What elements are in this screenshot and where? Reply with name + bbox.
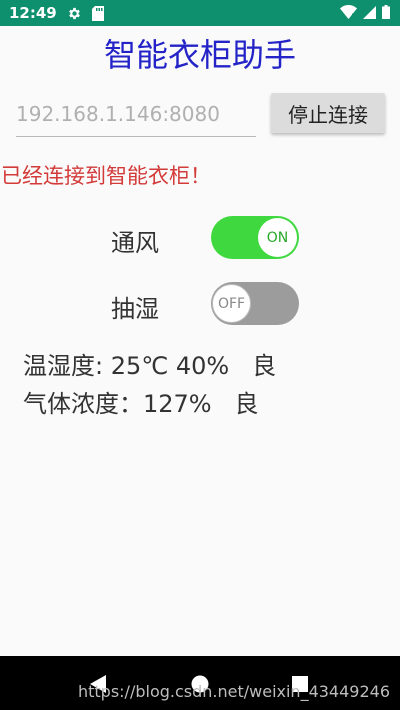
ventilation-switch[interactable]: ON: [211, 216, 299, 259]
ip-address-input[interactable]: [16, 92, 256, 137]
dehumidify-switch[interactable]: OFF: [211, 282, 299, 325]
app-title: 智能衣柜助手: [103, 36, 296, 74]
wifi-icon: [340, 4, 357, 23]
status-time: 12:49: [9, 4, 57, 22]
gas-concentration-readout: 气体浓度：127% 良: [23, 390, 259, 418]
switch-knob: ON: [258, 218, 297, 257]
switch-knob: OFF: [212, 284, 251, 323]
watermark-url: https://blog.csdn.net/weixin_43449246: [77, 682, 390, 701]
stop-connection-button[interactable]: 停止连接: [271, 93, 385, 133]
ventilation-label: 通风: [111, 229, 159, 257]
connection-status-text: 已经连接到智能衣柜！: [1, 164, 211, 188]
temperature-humidity-readout: 温湿度: 25℃ 40% 良: [23, 352, 277, 380]
status-bar: 12:49: [0, 0, 400, 26]
gear-icon: [67, 6, 82, 21]
dehumidify-label: 抽湿: [111, 295, 159, 323]
battery-icon: [382, 4, 390, 23]
navigation-bar: https://blog.csdn.net/weixin_43449246: [0, 656, 400, 710]
sd-card-icon: [91, 5, 104, 21]
signal-icon: [363, 4, 376, 23]
